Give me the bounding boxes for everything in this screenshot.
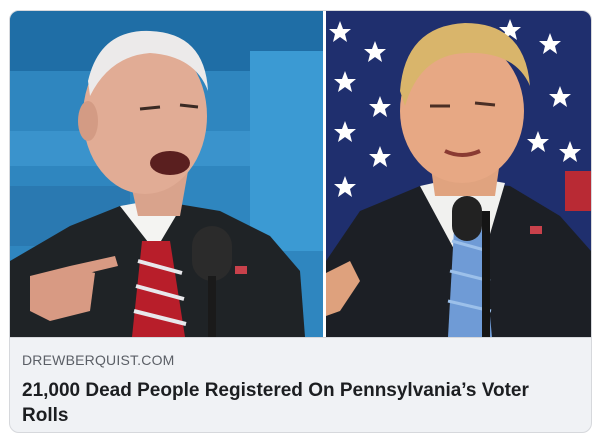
link-preview-meta[interactable]: DREWBERQUIST.COM 21,000 Dead People Regi… [10,338,591,428]
composite-photo [10,11,591,337]
right-photo-panel [326,11,591,337]
link-domain: DREWBERQUIST.COM [22,352,175,368]
left-photo-panel [10,11,325,337]
link-preview-image[interactable] [10,11,591,338]
image-divider [323,11,326,337]
link-preview-card[interactable]: DREWBERQUIST.COM 21,000 Dead People Regi… [9,10,592,433]
link-headline[interactable]: 21,000 Dead People Registered On Pennsyl… [22,378,562,428]
